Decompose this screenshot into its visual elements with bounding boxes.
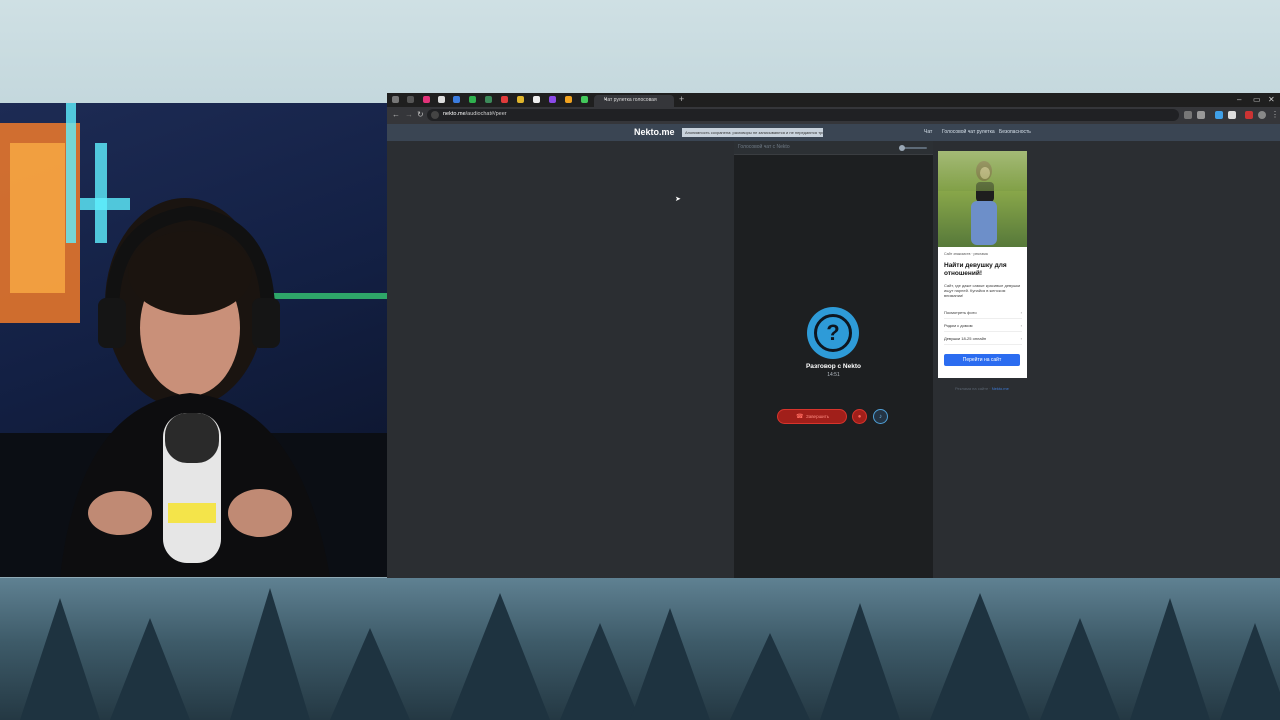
call-timer: 14:51 <box>827 372 840 378</box>
extension-icon[interactable] <box>1215 111 1223 119</box>
voice-chat-panel: Голосовой чат с Nekto ? Разговор с Nekto… <box>734 141 933 578</box>
site-header: Nekto.me Анонимность сохранена: разговор… <box>387 124 1280 141</box>
ad-footer: Реклама на сайте · Nekto.me <box>955 386 1009 391</box>
nav-voice-chat[interactable]: Голосовой чат рулетка <box>942 129 995 135</box>
tab-youtube-icon[interactable] <box>501 96 508 103</box>
volume-knob[interactable] <box>899 145 905 151</box>
forest-background <box>0 578 1280 720</box>
url-text: nekto.me/audiochat#/peer <box>443 111 507 117</box>
streamer-webcam-image <box>0 103 387 577</box>
browser-toolbar: ← → ↻ nekto.me/audiochat#/peer ⋮ <box>387 107 1280 124</box>
mic-button[interactable]: ♪ <box>873 409 888 424</box>
mute-button[interactable]: ● <box>852 409 867 424</box>
ad-description: Сайт, где даже самые красивые девушки ищ… <box>944 283 1021 298</box>
tab-pinned-icon[interactable] <box>438 96 445 103</box>
ad-source: Сайт знакомств · реклама <box>944 252 988 256</box>
anonymity-notice: Анонимность сохранена: разговоры не запи… <box>682 128 823 137</box>
tab-twitch-icon[interactable] <box>549 96 556 103</box>
mic-icon: ♪ <box>879 413 882 420</box>
ad-photo[interactable] <box>938 151 1027 247</box>
ad-cta-button[interactable]: Перейти на сайт <box>944 354 1020 366</box>
extension-icon[interactable] <box>1228 111 1236 119</box>
tab-close-icon[interactable]: × <box>604 97 670 103</box>
ad-link-nearby[interactable]: Рядом с домом › <box>944 320 1022 332</box>
mouse-cursor-icon: ➤ <box>675 196 681 203</box>
extension-icon[interactable] <box>1245 111 1253 119</box>
end-call-label: Завершить <box>806 414 830 419</box>
web-page: Nekto.me Анонимность сохранена: разговор… <box>387 124 1280 578</box>
tab-instagram-icon[interactable] <box>423 96 430 103</box>
chat-header-title: Голосовой чат с Nekto <box>738 144 790 150</box>
partner-avatar: ? <box>807 307 859 359</box>
ad-link-photos[interactable]: Посмотреть фото › <box>944 307 1022 319</box>
site-logo[interactable]: Nekto.me <box>634 127 675 137</box>
bookmark-star-icon[interactable] <box>1197 111 1205 119</box>
question-mark-icon: ? <box>814 314 852 352</box>
tab-kick-icon[interactable] <box>581 96 588 103</box>
close-window-icon[interactable]: ✕ <box>1268 95 1275 104</box>
tab-pinned-icon[interactable] <box>517 96 524 103</box>
forward-icon[interactable]: → <box>405 110 413 119</box>
active-tab[interactable]: Чат рулетка голосовая × <box>594 95 674 107</box>
advertisement[interactable]: Сайт знакомств · реклама Найти девушку д… <box>938 151 1027 378</box>
nav-chat[interactable]: Чат <box>924 129 932 135</box>
back-icon[interactable]: ← <box>392 110 400 119</box>
address-bar[interactable]: nekto.me/audiochat#/peer <box>427 109 1179 121</box>
minimize-icon[interactable]: – <box>1237 95 1241 104</box>
ad-title[interactable]: Найти девушку для отношений! <box>944 262 1024 277</box>
volume-slider[interactable] <box>899 145 927 151</box>
ad-footer-link[interactable]: Nekto.me <box>992 386 1009 391</box>
hang-up-icon: ☎ <box>796 414 804 420</box>
nav-safety[interactable]: Безопасность <box>999 129 1031 135</box>
tab-pinned-icon[interactable] <box>565 96 572 103</box>
tab-bar: Чат рулетка голосовая × + – ▭ ✕ <box>387 93 1280 107</box>
reload-icon[interactable]: ↻ <box>417 110 424 119</box>
tab-search-icon[interactable] <box>392 96 399 103</box>
maximize-icon[interactable]: ▭ <box>1253 95 1261 104</box>
conversation-title: Разговор с Nekto <box>806 363 861 370</box>
ad-link-online[interactable]: Девушки 18-25 онлайн › <box>944 333 1022 345</box>
chat-header: Голосовой чат с Nekto <box>734 141 933 155</box>
profile-avatar[interactable] <box>1258 111 1266 119</box>
tab-pinned-icon[interactable] <box>407 96 414 103</box>
tab-pinned-icon[interactable] <box>485 96 492 103</box>
install-icon[interactable] <box>1184 111 1192 119</box>
browser-window: Чат рулетка голосовая × + – ▭ ✕ ← → ↻ ne… <box>387 93 1280 578</box>
tab-sheets-icon[interactable] <box>469 96 476 103</box>
tab-pinned-icon[interactable] <box>453 96 460 103</box>
tab-pinned-icon[interactable] <box>533 96 540 103</box>
end-call-button[interactable]: ☎ Завершить <box>777 409 847 424</box>
menu-kebab-icon[interactable]: ⋮ <box>1271 110 1279 119</box>
webcam-overlay <box>0 103 387 577</box>
new-tab-button[interactable]: + <box>679 94 684 104</box>
site-info-icon[interactable] <box>431 111 439 119</box>
mic-off-icon: ● <box>857 413 862 420</box>
